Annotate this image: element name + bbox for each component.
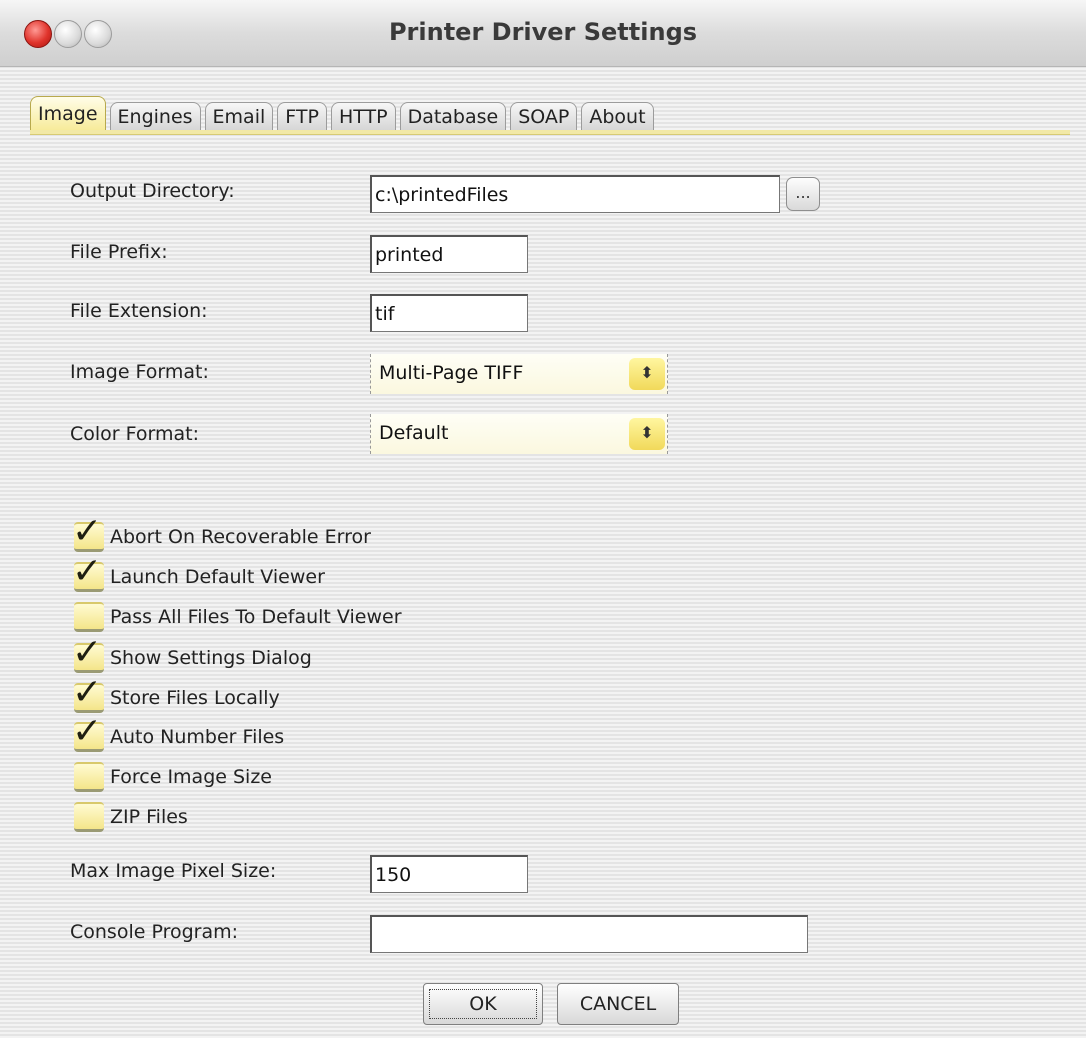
checkbox-label: Abort On Recoverable Error <box>110 526 371 548</box>
browse-button[interactable]: ... <box>786 177 820 211</box>
output-directory-field[interactable]: c:\printedFiles <box>370 175 780 213</box>
checkbox-pass-all-files-to-default-viewer[interactable]: Pass All Files To Default Viewer <box>74 597 402 637</box>
cancel-button-label: CANCEL <box>579 993 657 1015</box>
checkbox-auto-number-files[interactable]: ✓ Auto Number Files <box>72 712 285 757</box>
checkbox-label: ZIP Files <box>110 806 188 828</box>
tab-database[interactable]: Database <box>399 102 507 130</box>
checkbox-label: Force Image Size <box>110 766 272 788</box>
tab-about[interactable]: About <box>581 102 654 130</box>
checkbox-box[interactable]: ✓ <box>72 512 104 552</box>
checkmark-icon: ✓ <box>72 672 103 713</box>
checkmark-icon: ✓ <box>72 551 103 592</box>
checkbox-box[interactable] <box>74 602 104 632</box>
tab-bar: Image Engines Email FTP HTTP Database SO… <box>30 96 658 130</box>
file-extension-field[interactable]: tif <box>370 294 528 332</box>
console-program-field[interactable] <box>370 915 808 953</box>
checkbox-box[interactable]: ✓ <box>72 673 104 713</box>
checkbox-box[interactable] <box>74 802 104 832</box>
checkbox-label: Show Settings Dialog <box>110 647 312 669</box>
tab-ftp[interactable]: FTP <box>277 102 327 130</box>
checkbox-label: Launch Default Viewer <box>110 566 325 588</box>
focus-ring <box>429 989 537 1019</box>
file-prefix-field[interactable]: printed <box>370 235 528 273</box>
checkbox-box[interactable]: ✓ <box>72 552 104 592</box>
image-format-select[interactable]: Multi-Page TIFF ⬍ <box>370 354 668 394</box>
checkbox-zip-files[interactable]: ZIP Files <box>74 797 188 837</box>
color-format-label: Color Format: <box>70 423 200 445</box>
checkbox-label: Store Files Locally <box>110 687 280 709</box>
checkbox-box[interactable]: ✓ <box>72 633 104 673</box>
checkmark-icon: ✓ <box>72 711 103 752</box>
printer-driver-settings-window: Printer Driver Settings Image Engines Em… <box>0 0 1086 1038</box>
tab-engines[interactable]: Engines <box>109 102 201 130</box>
tab-image[interactable]: Image <box>30 96 106 130</box>
file-extension-label: File Extension: <box>70 300 208 322</box>
color-format-value: Default <box>379 422 449 444</box>
tab-soap[interactable]: SOAP <box>510 102 578 130</box>
cancel-button[interactable]: CANCEL <box>557 983 679 1025</box>
ok-button[interactable]: OK <box>423 983 543 1025</box>
checkbox-label: Auto Number Files <box>110 726 285 748</box>
file-prefix-label: File Prefix: <box>70 241 168 263</box>
checkbox-show-settings-dialog[interactable]: ✓ Show Settings Dialog <box>72 633 312 678</box>
updown-arrows-icon: ⬍ <box>629 358 665 390</box>
updown-arrows-icon: ⬍ <box>629 418 665 450</box>
console-program-label: Console Program: <box>70 921 239 943</box>
tab-http[interactable]: HTTP <box>330 102 396 130</box>
color-format-select[interactable]: Default ⬍ <box>370 414 668 454</box>
output-directory-label: Output Directory: <box>70 180 235 202</box>
max-image-pixel-size-field[interactable]: 150 <box>370 855 528 893</box>
window-title: Printer Driver Settings <box>388 18 698 46</box>
checkbox-force-image-size[interactable]: Force Image Size <box>74 757 272 797</box>
image-format-label: Image Format: <box>70 361 209 383</box>
tab-panel-border <box>30 130 1070 135</box>
title-bar[interactable]: Printer Driver Settings <box>0 0 1086 67</box>
checkmark-icon: ✓ <box>72 511 103 552</box>
tab-email[interactable]: Email <box>204 102 274 130</box>
max-image-pixel-size-label: Max Image Pixel Size: <box>70 860 277 882</box>
checkbox-store-files-locally[interactable]: ✓ Store Files Locally <box>72 673 280 718</box>
checkbox-box[interactable] <box>74 762 104 792</box>
checkbox-label: Pass All Files To Default Viewer <box>110 606 402 628</box>
checkbox-launch-default-viewer[interactable]: ✓ Launch Default Viewer <box>72 552 325 597</box>
checkbox-box[interactable]: ✓ <box>72 712 104 752</box>
image-format-value: Multi-Page TIFF <box>379 362 524 384</box>
checkbox-abort-on-recoverable-error[interactable]: ✓ Abort On Recoverable Error <box>72 512 371 557</box>
checkmark-icon: ✓ <box>72 632 103 673</box>
